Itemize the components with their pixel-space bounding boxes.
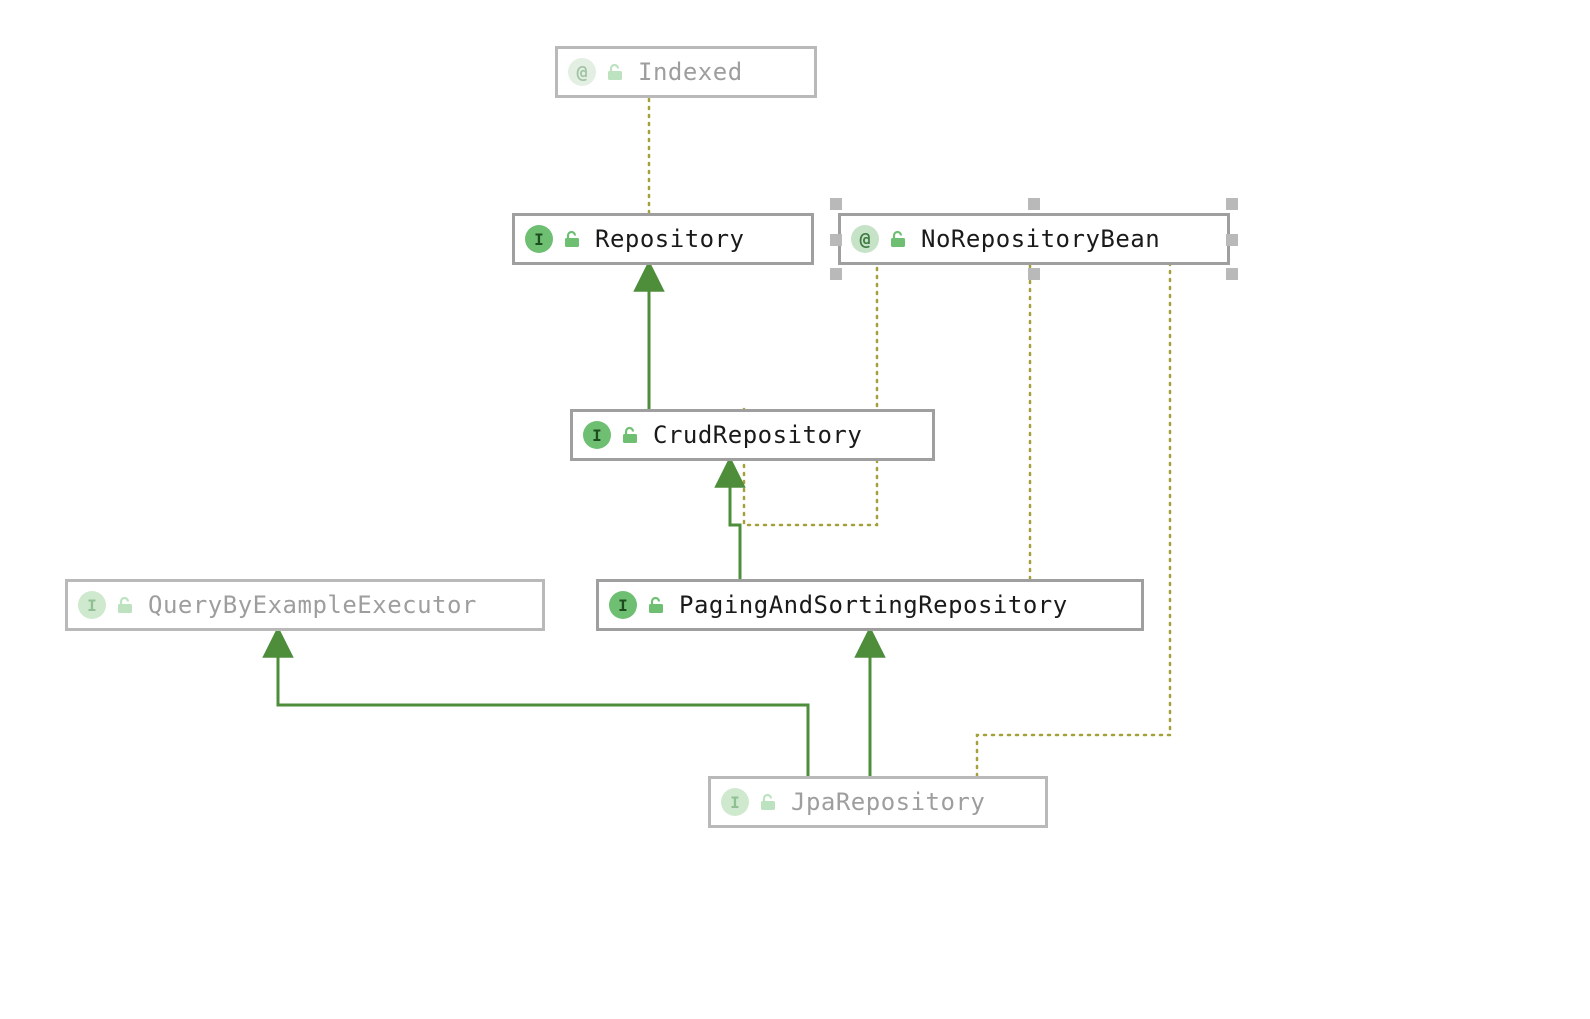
selection-handle[interactable]	[830, 198, 842, 210]
node-pagingandsorting[interactable]: I PagingAndSortingRepository	[596, 579, 1144, 631]
unlocked-icon	[647, 596, 665, 614]
selection-handle[interactable]	[1226, 234, 1238, 246]
node-repository[interactable]: I Repository	[512, 213, 814, 265]
node-label: NoRepositoryBean	[921, 213, 1160, 265]
node-jparepository[interactable]: I JpaRepository	[708, 776, 1048, 828]
link-crud-to-nrbean	[744, 264, 877, 525]
node-indexed[interactable]: @ Indexed	[555, 46, 817, 98]
unlocked-icon	[116, 596, 134, 614]
unlocked-icon	[889, 230, 907, 248]
diagram-canvas[interactable]: @ Indexed I Repository @ NoReposit	[0, 0, 1590, 1019]
node-label: Repository	[595, 213, 745, 265]
interface-icon: I	[609, 591, 637, 619]
connectors-layer	[0, 0, 1590, 1019]
interface-icon: I	[525, 225, 553, 253]
selection-handle[interactable]	[1226, 268, 1238, 280]
selection-handle[interactable]	[1028, 268, 1040, 280]
unlocked-icon	[759, 793, 777, 811]
interface-icon: I	[78, 591, 106, 619]
node-label: QueryByExampleExecutor	[148, 579, 477, 631]
node-querybyexample[interactable]: I QueryByExampleExecutor	[65, 579, 545, 631]
node-norepositorybean[interactable]: @ NoRepositoryBean	[838, 213, 1230, 265]
selection-handle[interactable]	[1028, 198, 1040, 210]
unlocked-icon	[621, 426, 639, 444]
node-label: Indexed	[638, 46, 743, 98]
node-label: JpaRepository	[791, 776, 985, 828]
node-crudrepository[interactable]: I CrudRepository	[570, 409, 935, 461]
unlocked-icon	[563, 230, 581, 248]
annotation-icon: @	[851, 225, 879, 253]
arrow-jpa-to-qbe	[278, 642, 808, 776]
selection-handle[interactable]	[1226, 198, 1238, 210]
node-label: PagingAndSortingRepository	[679, 579, 1068, 631]
annotation-icon: @	[568, 58, 596, 86]
interface-icon: I	[583, 421, 611, 449]
arrow-paging-to-crud	[730, 472, 740, 579]
selection-handle[interactable]	[830, 234, 842, 246]
link-jpa-to-nrbean	[977, 264, 1170, 776]
node-label: CrudRepository	[653, 409, 862, 461]
unlocked-icon	[606, 63, 624, 81]
selection-handle[interactable]	[830, 268, 842, 280]
interface-icon: I	[721, 788, 749, 816]
